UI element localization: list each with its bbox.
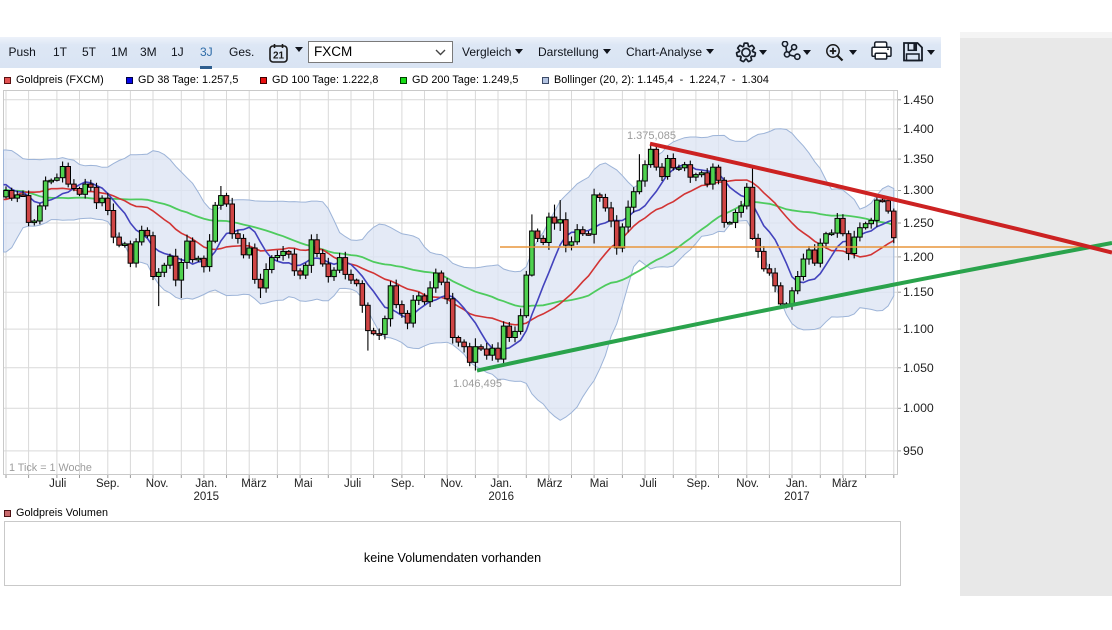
- svg-text:Sep.: Sep.: [391, 478, 415, 490]
- svg-text:1.400: 1.400: [903, 122, 934, 136]
- svg-text:Juli: Juli: [640, 478, 657, 490]
- svg-text:Jan.: Jan.: [490, 478, 512, 490]
- svg-text:März: März: [241, 478, 267, 490]
- svg-text:1 Tick = 1 Woche: 1 Tick = 1 Woche: [9, 462, 92, 474]
- svg-text:2017: 2017: [784, 491, 810, 503]
- svg-text:1.300: 1.300: [903, 183, 934, 197]
- svg-text:2015: 2015: [194, 491, 220, 503]
- svg-text:21: 21: [273, 51, 285, 62]
- svg-text:März: März: [832, 478, 858, 490]
- svg-text:1.250: 1.250: [903, 216, 934, 230]
- svg-text:Juli: Juli: [49, 478, 66, 490]
- svg-text:Nov.: Nov.: [146, 478, 169, 490]
- svg-text:Sep.: Sep.: [96, 478, 120, 490]
- svg-text:Juli: Juli: [344, 478, 361, 490]
- svg-text:Jan.: Jan.: [786, 478, 808, 490]
- svg-text:2016: 2016: [488, 491, 514, 503]
- svg-text:Jan.: Jan.: [195, 478, 217, 490]
- svg-text:Mai: Mai: [294, 478, 313, 490]
- svg-text:März: März: [537, 478, 563, 490]
- svg-text:1.350: 1.350: [903, 152, 934, 166]
- svg-text:1.200: 1.200: [903, 250, 934, 264]
- svg-text:1.450: 1.450: [903, 93, 934, 107]
- svg-text:1.150: 1.150: [903, 285, 934, 299]
- svg-text:Nov.: Nov.: [736, 478, 759, 490]
- svg-text:Nov.: Nov.: [441, 478, 464, 490]
- svg-text:1.100: 1.100: [903, 322, 934, 336]
- svg-text:1.375,085: 1.375,085: [627, 130, 676, 142]
- svg-text:Mai: Mai: [590, 478, 609, 490]
- svg-text:Sep.: Sep.: [686, 478, 710, 490]
- svg-text:1.000: 1.000: [903, 401, 934, 415]
- svg-text:1.046,495: 1.046,495: [453, 378, 502, 390]
- svg-text:950: 950: [903, 444, 924, 458]
- svg-text:1.050: 1.050: [903, 361, 934, 375]
